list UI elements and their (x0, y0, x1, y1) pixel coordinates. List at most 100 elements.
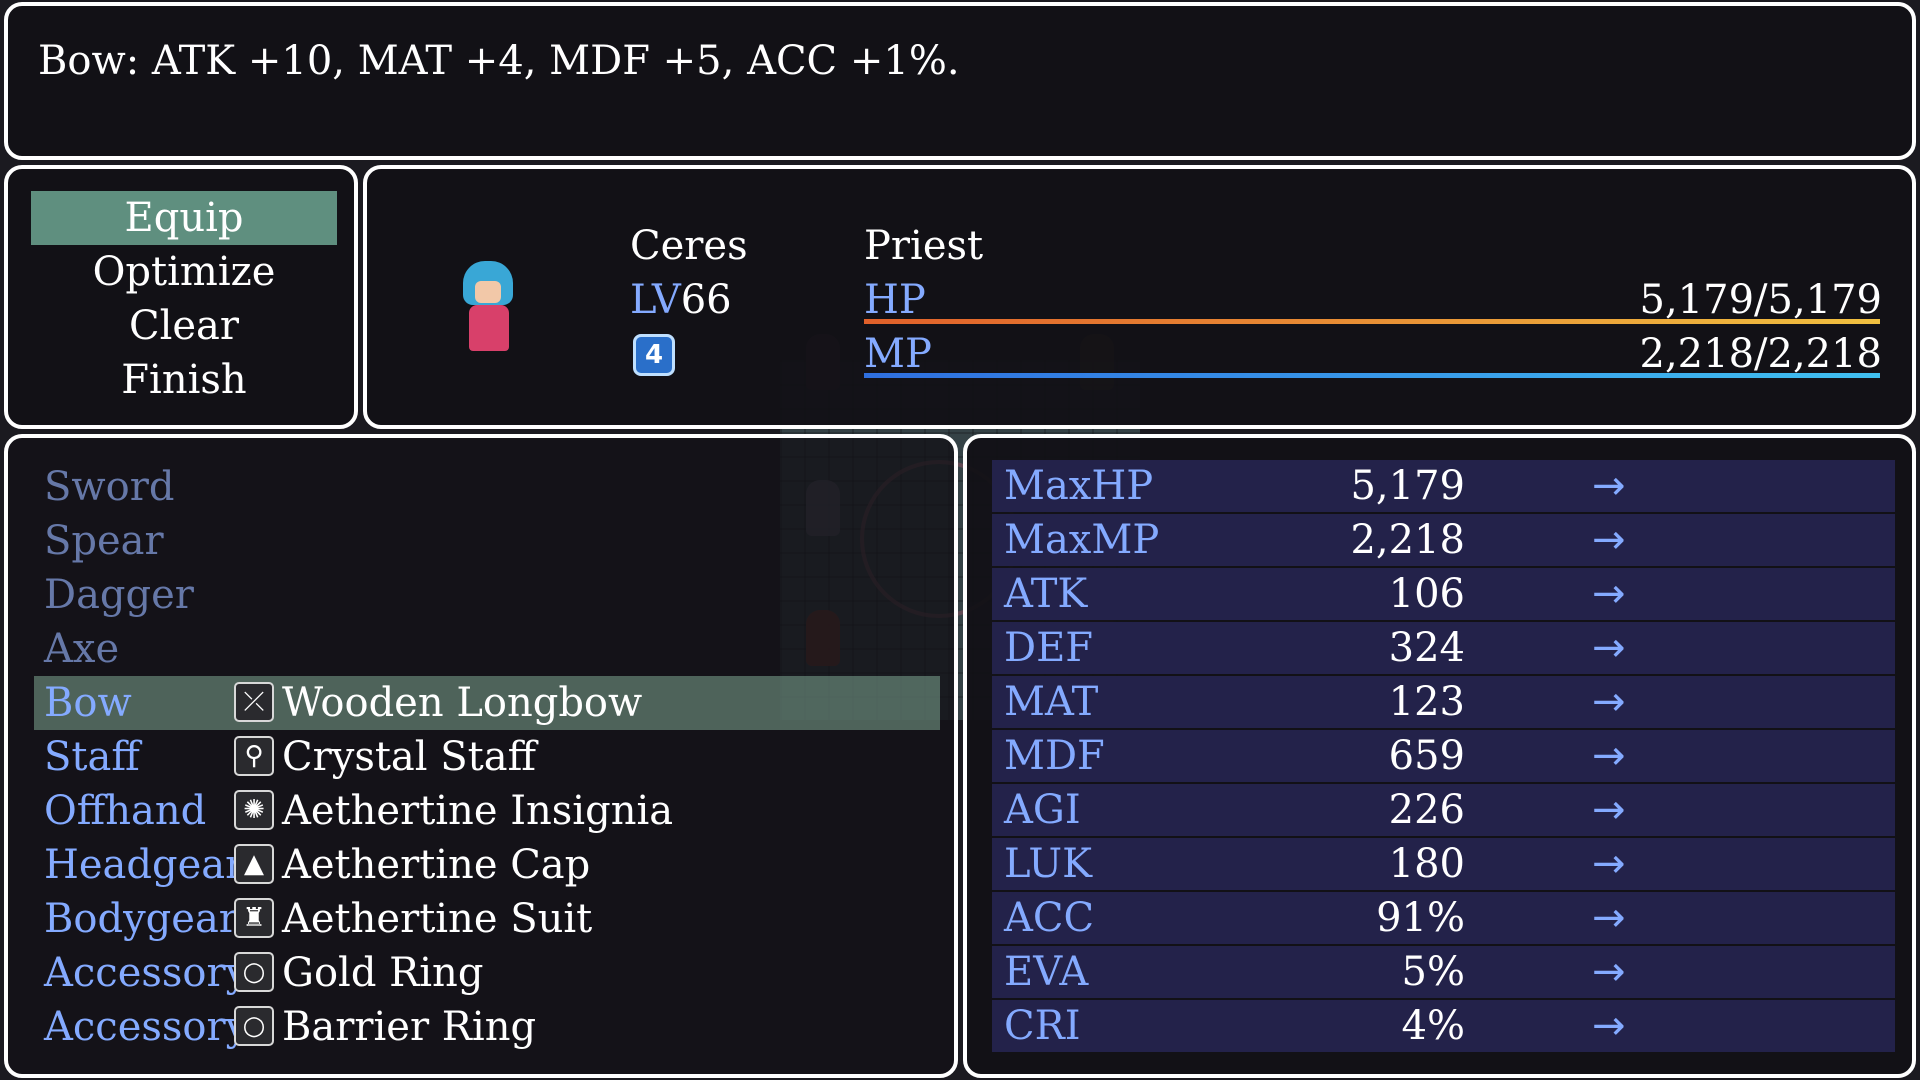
slot-type-label: Accessory (44, 950, 249, 996)
slot-type-label: Sword (44, 464, 175, 510)
level-value: 66 (680, 277, 732, 323)
param-value: 5,179 (1350, 463, 1465, 509)
param-value: 180 (1388, 841, 1465, 887)
param-name: MaxMP (1004, 517, 1160, 563)
actor-level: LV66 (630, 273, 732, 327)
slot-type-label: Bow (44, 680, 132, 726)
right-arrow-icon: → (1592, 625, 1626, 671)
parameter-window: MaxHP 5,179 → MaxMP 2,218 → ATK 106 → DE… (963, 434, 1916, 1078)
help-text: Bow: ATK +10, MAT +4, MDF +5, ACC +1%. (38, 38, 960, 84)
slot-row-bow[interactable]: Bow ⤫ Wooden Longbow (34, 676, 940, 730)
param-row-eva: EVA 5% → (992, 946, 1895, 998)
slot-type-label: Spear (44, 518, 164, 564)
slot-row-accessory-2[interactable]: Accessory ○ Barrier Ring (34, 1000, 940, 1054)
right-arrow-icon: → (1592, 895, 1626, 941)
param-row-luk: LUK 180 → (992, 838, 1895, 890)
command-window: Equip Optimize Clear Finish (4, 165, 358, 429)
param-name: MAT (1004, 679, 1099, 725)
right-arrow-icon: → (1592, 517, 1626, 563)
param-name: MDF (1004, 733, 1105, 779)
actor-face (475, 281, 501, 303)
param-name: AGI (1004, 787, 1081, 833)
slot-row-axe[interactable]: Axe (34, 622, 940, 676)
slot-row-sword[interactable]: Sword (34, 460, 940, 514)
status-window: Ceres Priest LV66 4 HP 5,179/5,179 MP 2,… (363, 165, 1916, 429)
actor-class: Priest (864, 223, 984, 269)
optimize-command[interactable]: Optimize (31, 245, 337, 299)
slot-type-label: Bodygear (44, 896, 238, 942)
param-value: 91% (1376, 895, 1465, 941)
slot-item-name: Aethertine Suit (282, 896, 593, 942)
param-row-cri: CRI 4% → (992, 1000, 1895, 1052)
param-value: 324 (1388, 625, 1465, 671)
right-arrow-icon: → (1592, 949, 1626, 995)
param-row-maxhp: MaxHP 5,179 → (992, 460, 1895, 512)
slot-type-label: Dagger (44, 572, 194, 618)
slot-row-spear[interactable]: Spear (34, 514, 940, 568)
slot-item-name: Crystal Staff (282, 734, 537, 780)
param-name: EVA (1004, 949, 1089, 995)
help-window: Bow: ATK +10, MAT +4, MDF +5, ACC +1%. (4, 2, 1916, 160)
param-name: DEF (1004, 625, 1094, 671)
finish-command[interactable]: Finish (31, 353, 337, 407)
param-name: MaxHP (1004, 463, 1154, 509)
ring-icon: ○ (234, 1006, 274, 1046)
param-value: 4% (1401, 1003, 1465, 1049)
param-row-mdf: MDF 659 → (992, 730, 1895, 782)
right-arrow-icon: → (1592, 733, 1626, 779)
right-arrow-icon: → (1592, 679, 1626, 725)
right-arrow-icon: → (1592, 787, 1626, 833)
param-value: 226 (1388, 787, 1465, 833)
equip-scene: Bow: ATK +10, MAT +4, MDF +5, ACC +1%. E… (0, 0, 1920, 1080)
equip-command[interactable]: Equip (31, 191, 337, 245)
param-row-atk: ATK 106 → (992, 568, 1895, 620)
slot-row-staff[interactable]: Staff ⚲ Crystal Staff (34, 730, 940, 784)
hat-icon: ▲ (234, 844, 274, 884)
right-arrow-icon: → (1592, 571, 1626, 617)
staff-icon: ⚲ (234, 736, 274, 776)
param-name: ACC (1004, 895, 1095, 941)
armor-icon: ♜ (234, 898, 274, 938)
slot-row-offhand[interactable]: Offhand ✺ Aethertine Insignia (34, 784, 940, 838)
param-row-acc: ACC 91% → (992, 892, 1895, 944)
actor-sprite (459, 261, 519, 361)
ring-icon: ○ (234, 952, 274, 992)
bow-icon: ⤫ (234, 682, 274, 722)
clear-command[interactable]: Clear (31, 299, 337, 353)
slot-type-label: Headgear (44, 842, 245, 888)
slot-type-label: Axe (44, 626, 120, 672)
actor-robe (469, 305, 509, 351)
param-row-maxmp: MaxMP 2,218 → (992, 514, 1895, 566)
level-label: LV (630, 277, 681, 323)
param-row-mat: MAT 123 → (992, 676, 1895, 728)
right-arrow-icon: → (1592, 841, 1626, 887)
param-value: 5% (1401, 949, 1465, 995)
param-value: 123 (1388, 679, 1465, 725)
slot-type-label: Accessory (44, 1004, 249, 1050)
slot-type-label: Offhand (44, 788, 207, 834)
param-row-def: DEF 324 → (992, 622, 1895, 674)
slot-item-name: Wooden Longbow (282, 680, 643, 726)
right-arrow-icon: → (1592, 463, 1626, 509)
right-arrow-icon: → (1592, 1003, 1626, 1049)
slot-row-dagger[interactable]: Dagger (34, 568, 940, 622)
param-value: 2,218 (1350, 517, 1465, 563)
param-name: CRI (1004, 1003, 1081, 1049)
slot-item-name: Aethertine Insignia (282, 788, 674, 834)
slot-item-name: Gold Ring (282, 950, 484, 996)
slot-row-bodygear[interactable]: Bodygear ♜ Aethertine Suit (34, 892, 940, 946)
param-row-agi: AGI 226 → (992, 784, 1895, 836)
actor-name: Ceres (630, 223, 748, 269)
state-icon: 4 (633, 334, 675, 376)
slot-item-name: Barrier Ring (282, 1004, 537, 1050)
param-value: 659 (1388, 733, 1465, 779)
slot-type-label: Staff (44, 734, 140, 780)
slot-item-name: Aethertine Cap (282, 842, 591, 888)
slot-row-accessory-1[interactable]: Accessory ○ Gold Ring (34, 946, 940, 1000)
insignia-icon: ✺ (234, 790, 274, 830)
param-name: ATK (1004, 571, 1088, 617)
param-value: 106 (1388, 571, 1465, 617)
slot-row-headgear[interactable]: Headgear ▲ Aethertine Cap (34, 838, 940, 892)
hp-gauge (864, 319, 1880, 324)
mp-gauge (864, 373, 1880, 378)
